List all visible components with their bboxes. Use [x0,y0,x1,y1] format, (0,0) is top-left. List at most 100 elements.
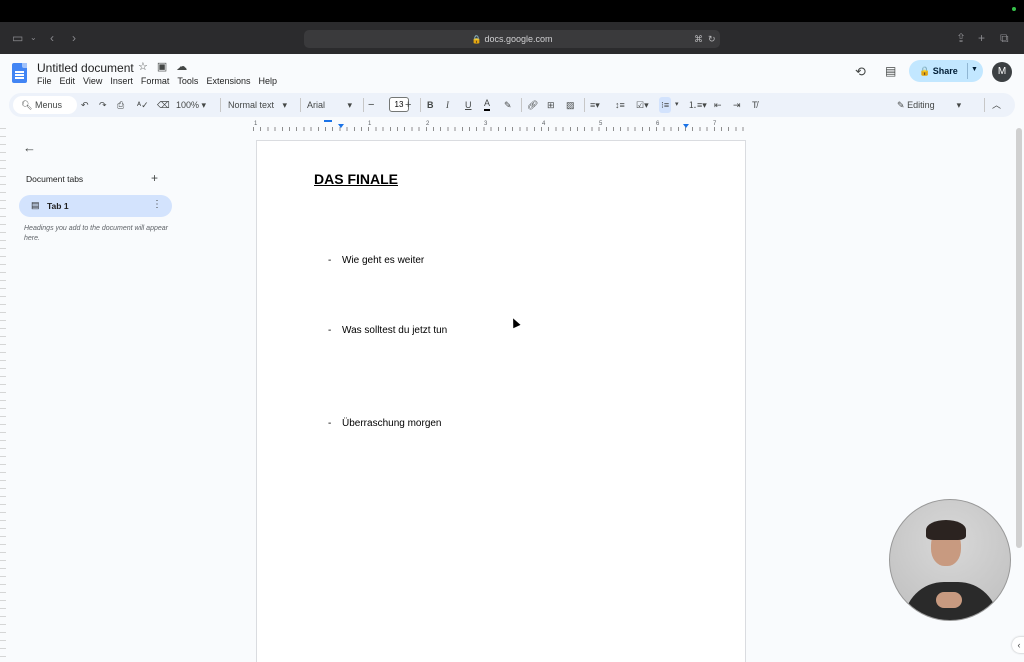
increase-font-size-button[interactable]: + [405,97,411,113]
spellcheck-icon[interactable]: ᴬ✓ [137,97,149,113]
redo-icon[interactable]: ↷ [99,97,107,113]
menu-view[interactable]: View [83,76,102,86]
font-select[interactable]: Arial ▾ [307,97,352,113]
ruler-number: 5 [599,121,603,127]
text-color-button[interactable]: A [484,97,491,111]
share-button[interactable]: 🔒 Share ▼ [909,60,983,82]
zoom-select[interactable]: 100% ▾ [176,97,206,113]
list-item-text: Überraschung morgen [342,418,442,429]
document-title[interactable]: Untitled document [37,61,134,75]
chevron-down-icon[interactable]: ▾ [675,97,679,113]
menu-insert[interactable]: Insert [110,76,133,86]
new-tab-icon[interactable]: + [978,30,985,46]
url-text: docs.google.com [484,34,553,44]
move-folder-icon[interactable]: ▣ [157,60,167,73]
lock-icon: 🔒 [919,66,931,76]
reload-icon[interactable]: ↻ [708,30,716,48]
checklist-icon[interactable]: ☑▾ [636,97,649,113]
clear-formatting-icon[interactable]: T̸ [752,97,758,113]
undo-icon[interactable]: ↶ [81,97,89,113]
tab-label: Tab 1 [47,201,69,211]
paragraph-style-value: Normal text [228,100,275,110]
tabs-overview-icon[interactable]: ⧉ [1000,30,1009,46]
pencil-icon: ✎ [897,100,905,110]
menu-file[interactable]: File [37,76,52,86]
system-top-bar [0,0,1024,22]
chevron-down-icon: ▾ [956,100,962,110]
italic-button[interactable]: I [446,97,449,113]
collapse-menus-icon[interactable]: ︿ [992,97,1001,113]
forward-nav-icon[interactable]: › [72,30,76,46]
increase-indent-icon[interactable]: ⇥ [733,97,741,113]
paragraph-style-select[interactable]: Normal text ▾ [228,97,287,113]
document-page[interactable]: DAS FINALE - Wie geht es weiter - Was so… [256,140,746,662]
first-line-indent-marker[interactable] [324,120,332,122]
tabs-hint-text: Headings you add to the document will ap… [24,225,168,242]
add-tab-icon[interactable]: + [151,171,158,185]
back-nav-icon[interactable]: ‹ [50,30,54,46]
highlight-icon[interactable]: ✎ [504,97,512,113]
insert-image-icon[interactable]: ▨ [566,97,575,113]
horizontal-ruler[interactable]: 1 1 2 3 4 5 6 7 [253,120,749,131]
left-indent-marker[interactable] [338,124,344,128]
avatar[interactable]: M [992,62,1012,82]
side-panel-toggle-icon[interactable]: ‹ [1012,637,1024,653]
font-value: Arial [307,100,326,110]
browser-chrome: ▭ ⌄ ‹ › 🔒 docs.google.com ⌘ ↻ ⇪ + ⧉ [0,22,1024,54]
add-comment-icon[interactable]: ⊞ [547,97,555,113]
document-tabs-heading: Document tabs [26,174,84,184]
cloud-status-icon[interactable]: ☁ [176,60,187,73]
menu-edit[interactable]: Edit [60,76,76,86]
paint-format-icon[interactable]: ⌫ [157,97,170,113]
decrease-font-size-button[interactable]: − [368,97,374,113]
print-icon[interactable]: ⎙ [117,97,124,113]
back-arrow-icon[interactable]: ← [23,140,36,155]
menu-format[interactable]: Format [141,76,170,86]
chevron-down-icon[interactable]: ⌄ [30,30,37,46]
ruler-number: 3 [484,121,488,127]
bulleted-list-icon[interactable]: ⁝≡ [659,97,672,113]
menu-tools[interactable]: Tools [177,76,198,86]
docs-logo-icon[interactable] [12,63,27,83]
address-bar[interactable]: 🔒 docs.google.com ⌘ ↻ [304,30,720,48]
sidebar-toggle-icon[interactable]: ▭ [12,30,23,46]
chevron-down-icon: ▾ [282,100,288,110]
numbered-list-icon[interactable]: ⒈≡▾ [688,97,707,113]
more-vert-icon[interactable]: ⋮ [152,199,162,210]
version-history-icon[interactable]: ⟲ [855,64,866,80]
document-icon: ▤ [31,200,40,210]
chevron-down-icon: ▾ [347,100,353,110]
formatting-toolbar: 🔍︎ Menus ↶ ↷ ⎙ ᴬ✓ ⌫ 100% ▾ Normal text ▾… [9,93,1015,117]
menu-extensions[interactable]: Extensions [206,76,250,86]
decrease-indent-icon[interactable]: ⇤ [714,97,722,113]
star-icon[interactable]: ☆ [138,60,148,73]
ruler-number: 1 [368,121,372,127]
share-label: Share [932,66,958,76]
vertical-ruler [0,128,6,662]
ruler-number: 6 [656,121,660,127]
ruler-number: 4 [542,121,546,127]
share-page-icon[interactable]: ⇪ [956,30,966,46]
share-dropdown-icon[interactable]: ▼ [971,66,978,73]
docs-app: Untitled document ☆ ▣ ☁ File Edit View I… [0,54,1024,662]
tab-1[interactable]: ▤ Tab 1 ⋮ [19,195,172,217]
menu-bar: File Edit View Insert Format Tools Exten… [37,76,277,86]
camera-indicator-icon [1012,7,1016,11]
line-spacing-icon[interactable]: ↕≡ [615,97,625,113]
right-indent-marker[interactable] [683,124,689,128]
translate-icon[interactable]: ⌘ [694,30,703,48]
document-heading[interactable]: DAS FINALE [314,171,398,187]
align-icon[interactable]: ≡▾ [590,97,600,113]
menus-search[interactable]: 🔍︎ Menus [13,96,77,114]
webcam-overlay [889,499,1011,621]
underline-button[interactable]: U [465,97,472,113]
bullet-dash: - [328,325,332,336]
comments-icon[interactable]: ▤ [885,64,896,78]
insert-link-icon[interactable]: 🔗︎ [527,97,538,113]
lock-icon: 🔒 [471,35,482,44]
editing-mode-select[interactable]: ✎ Editing ▾ [897,97,961,113]
bold-button[interactable]: B [427,97,434,113]
menu-help[interactable]: Help [258,76,277,86]
vertical-scrollbar[interactable] [1016,128,1022,548]
bullet-dash: - [328,255,332,266]
